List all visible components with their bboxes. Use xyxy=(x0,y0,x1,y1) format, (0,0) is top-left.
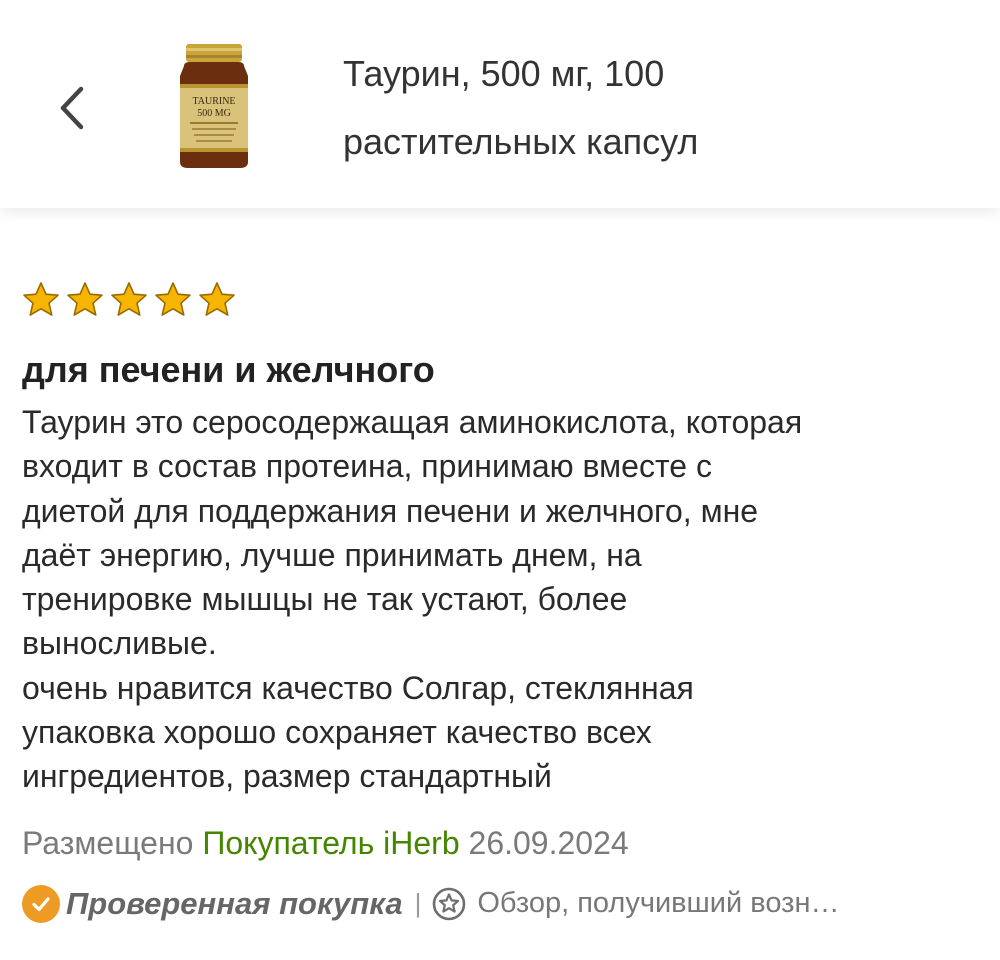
svg-text:500 MG: 500 MG xyxy=(197,108,231,119)
star-icon xyxy=(67,282,103,316)
award-star-icon xyxy=(433,887,466,920)
review-meta: Размещено Покупатель iHerb 26.09.2024 xyxy=(22,823,982,863)
chevron-left-icon xyxy=(60,86,84,130)
verified-purchase-label: Проверенная покупка xyxy=(66,885,403,921)
product-title[interactable]: Таурин, 500 мг, 100 растительных капсул xyxy=(343,40,803,176)
svg-text:TAURINE: TAURINE xyxy=(192,96,235,107)
product-thumbnail[interactable]: TAURINE 500 MG xyxy=(172,40,256,170)
posted-label: Размещено xyxy=(22,824,194,861)
review-badges: Проверенная покупка | Обзор, получивший … xyxy=(22,881,982,927)
star-icon xyxy=(155,282,191,316)
star-icon xyxy=(111,282,147,316)
star-icon xyxy=(199,282,235,316)
review-body: Таурин это серосодержащая аминокислота, … xyxy=(22,404,803,795)
verified-check-icon xyxy=(22,884,60,923)
review-date: 26.09.2024 xyxy=(468,824,629,861)
rewarded-review-label[interactable]: Обзор, получивший возн… xyxy=(477,887,897,920)
review-title: для печени и желчного xyxy=(22,349,435,390)
star-icon xyxy=(23,282,59,316)
back-button[interactable] xyxy=(50,80,94,136)
supplement-bottle-icon: TAURINE 500 MG xyxy=(180,44,248,168)
review-author[interactable]: Покупатель iHerb xyxy=(202,825,459,861)
star-rating xyxy=(22,280,982,320)
review-card: для печени и желчного Таурин это серосод… xyxy=(22,280,982,927)
product-header: TAURINE 500 MG Таурин, 500 мг, 100 расти… xyxy=(0,0,1000,208)
badge-separator: | xyxy=(414,888,422,919)
